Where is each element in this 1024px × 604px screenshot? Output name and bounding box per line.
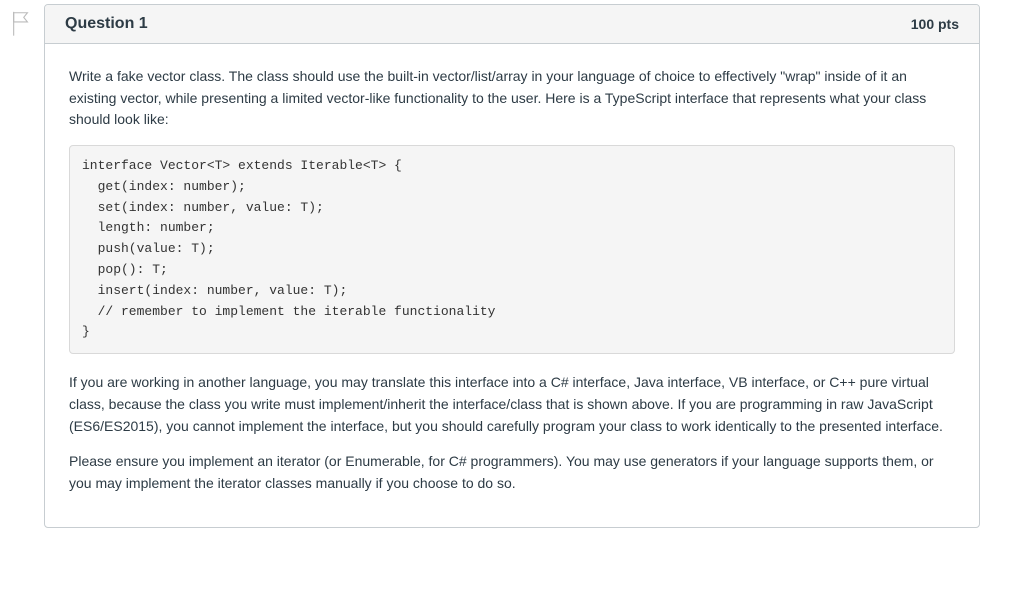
intro-paragraph: Write a fake vector class. The class sho…: [69, 66, 955, 131]
question-body: Write a fake vector class. The class sho…: [45, 44, 979, 527]
question-header: Question 1 100 pts: [45, 5, 979, 44]
paragraph-2: If you are working in another language, …: [69, 372, 955, 437]
question-card: Question 1 100 pts Write a fake vector c…: [44, 4, 980, 528]
question-points: 100 pts: [911, 16, 959, 32]
code-block: interface Vector<T> extends Iterable<T> …: [69, 145, 955, 354]
paragraph-3: Please ensure you implement an iterator …: [69, 451, 955, 494]
question-title: Question 1: [65, 15, 148, 33]
flag-icon[interactable]: [10, 10, 32, 38]
